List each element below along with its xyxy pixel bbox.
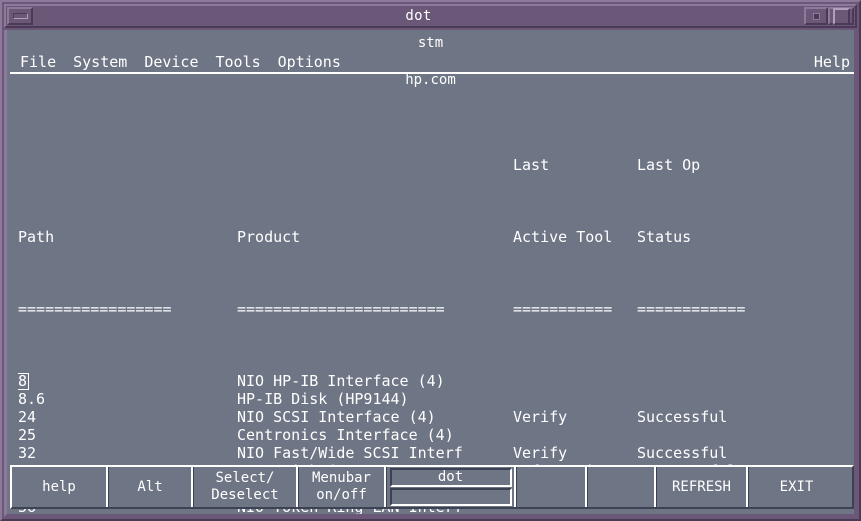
window-titlebar[interactable]: dot [4, 4, 857, 28]
header-path: Path [18, 228, 55, 246]
table-row[interactable]: 8.6 HP-IB Disk (HP9144) [18, 390, 838, 408]
cell-product: NIO HP-IB Interface (4) [237, 372, 445, 390]
table-row[interactable]: 32 NIO Fast/Wide SCSI Interf Verify Success… [18, 444, 838, 462]
window-control-group [804, 6, 855, 26]
cell-status: Successful [637, 444, 728, 462]
workspace-current[interactable]: dot [389, 468, 512, 487]
menubar-toggle-button[interactable]: Menubar on/off [298, 467, 386, 507]
cell-tool: Verify [513, 444, 568, 462]
menu-item-help[interactable]: Help [814, 52, 850, 72]
cell-tool: Verify [513, 516, 637, 517]
cell-product: NIO SCSI Interface (4) [237, 408, 436, 426]
menu-item-file[interactable]: File [20, 52, 65, 72]
blank-button-2[interactable] [587, 467, 656, 507]
table-row[interactable]: 25 Centronics Interface (4) [18, 426, 838, 444]
cell-product: NIO Fast/Wide SCSI Interf [237, 444, 463, 462]
cell-product: NIO LAN Interface (4) [237, 516, 513, 517]
client-area: stm File System Device Tools Options Hel… [4, 30, 857, 517]
refresh-button[interactable]: REFRESH [656, 467, 748, 507]
app-title: stm [417, 35, 444, 51]
minimize-button[interactable] [804, 7, 828, 25]
header-path-line1 [18, 156, 237, 174]
rule-path: ================= [18, 300, 172, 316]
blank-button-1[interactable] [516, 467, 587, 507]
table-row[interactable]: 8 NIO HP-IB Interface (4) [18, 372, 838, 390]
rule-tool: =========== [513, 300, 613, 316]
header-status-line1: Last Op [637, 156, 701, 174]
menu-item-device[interactable]: Device [144, 52, 207, 72]
cell-path: 8.6 [18, 390, 46, 408]
menu-item-options[interactable]: Options [278, 52, 350, 72]
cell-path: 25 [18, 426, 37, 444]
workspace-empty[interactable] [389, 488, 512, 506]
table-header-rule: ================= ======================… [18, 300, 838, 316]
minimize-square-icon [812, 12, 820, 20]
table-row[interactable]: 24 NIO SCSI Interface (4) Verify Successful [18, 408, 838, 426]
cell-status: Successful [637, 408, 728, 426]
function-button-bar: help Alt Select/ Deselect Menubar on/off… [10, 465, 854, 509]
rule-product: ======================= [237, 300, 445, 316]
cell-status: Successful [637, 516, 817, 517]
device-table: Last Last Op Path Product Active Tool St… [18, 102, 838, 517]
header-tool: Active Tool [513, 228, 613, 246]
stm-application-window: dot stm File System Device Tools Options… [0, 0, 861, 521]
table-header-line1: Last Last Op [18, 156, 838, 174]
menubar-items: File System Device Tools Options [20, 52, 358, 72]
cell-product: Centronics Interface (4) [237, 426, 454, 444]
minimize-icon [12, 13, 28, 19]
window-menu-button[interactable] [7, 7, 33, 25]
menubar: File System Device Tools Options Help [10, 52, 854, 74]
exit-button[interactable]: EXIT [748, 467, 844, 507]
header-status: Status [637, 228, 692, 246]
menu-item-tools[interactable]: Tools [216, 52, 270, 72]
rule-status: ============ [637, 300, 746, 316]
header-product-line1 [237, 156, 513, 174]
host-label: hp.com [405, 72, 456, 88]
cell-path: 24 [18, 408, 37, 426]
header-tool-line1: Last [513, 156, 550, 174]
cell-path: 40 [18, 516, 237, 517]
header-product: Product [237, 228, 301, 246]
window-title: dot [405, 8, 432, 24]
workspace-switcher[interactable]: dot [386, 467, 516, 507]
cell-path: 8 [18, 372, 237, 390]
maximize-icon [832, 7, 850, 25]
help-button[interactable]: help [12, 467, 108, 507]
table-header-line2: Path Product Active Tool Status [18, 228, 838, 246]
selection-cursor: 8 [18, 372, 30, 390]
alt-button[interactable]: Alt [108, 467, 193, 507]
cell-product: HP-IB Disk (HP9144) [237, 390, 409, 408]
maximize-button[interactable] [828, 7, 854, 25]
select-deselect-button[interactable]: Select/ Deselect [193, 467, 298, 507]
cell-tool: Verify [513, 408, 568, 426]
cell-path: 32 [18, 444, 37, 462]
table-row[interactable]: 40NIO LAN Interface (4)VerifySuccessful [18, 516, 838, 517]
menu-item-system[interactable]: System [73, 52, 136, 72]
